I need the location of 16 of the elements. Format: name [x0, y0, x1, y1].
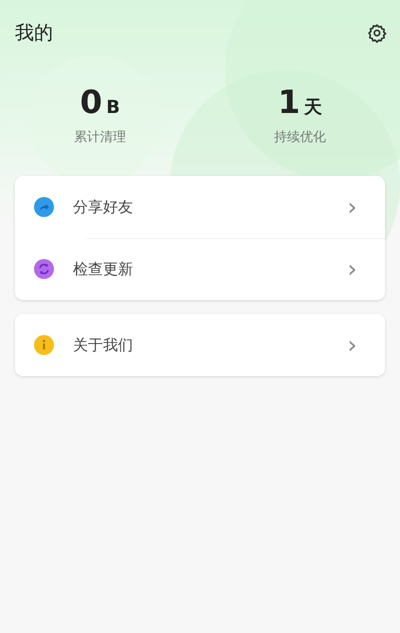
chevron-icon: ›	[347, 195, 357, 219]
stat-value: 0	[80, 86, 102, 118]
page-title: 我的	[15, 20, 53, 46]
menu-item[interactable]: 检查更新 ›	[15, 238, 385, 300]
stat-unit: 天	[304, 99, 322, 117]
stat-unit: B	[106, 99, 120, 117]
stat-value: 1	[278, 86, 300, 118]
menu-item[interactable]: 关于我们 ›	[15, 314, 385, 376]
stat-label: 持续优化	[274, 129, 326, 147]
stat-label: 累计清理	[74, 129, 126, 147]
settings-icon[interactable]	[367, 23, 387, 43]
chevron-icon: ›	[347, 257, 357, 281]
info-icon	[34, 335, 54, 355]
menu-item[interactable]: 分享好友 ›	[15, 176, 385, 238]
chevron-icon: ›	[347, 333, 357, 357]
refresh-icon	[34, 259, 54, 279]
